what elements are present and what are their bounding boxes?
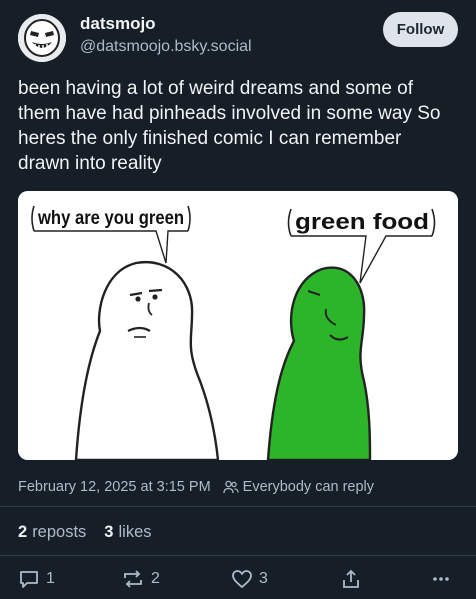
- share-icon: [343, 569, 359, 588]
- likes-label: likes: [118, 523, 152, 541]
- repost-icon: [124, 570, 142, 588]
- repost-count: 2: [151, 570, 160, 587]
- more-icon: [433, 577, 449, 581]
- share-button[interactable]: [340, 568, 362, 590]
- people-icon: [223, 480, 239, 494]
- right-bubble-text: green food: [295, 209, 429, 234]
- reposts-label: reposts: [32, 523, 87, 541]
- divider: [0, 506, 476, 507]
- left-bubble-text: why are you green: [37, 208, 184, 229]
- author-display-name[interactable]: datsmojo: [80, 14, 156, 34]
- post: datsmojo @datsmoojo.bsky.social Follow b…: [0, 0, 476, 599]
- more-options-button[interactable]: [430, 568, 452, 590]
- post-header: datsmojo @datsmoojo.bsky.social Follow: [18, 10, 458, 66]
- post-meta: February 12, 2025 at 3:15 PM Everybody c…: [18, 479, 374, 495]
- post-image[interactable]: why are you green green food: [18, 191, 458, 460]
- reposts-count: 2: [18, 523, 28, 541]
- heart-icon: [232, 570, 252, 588]
- avatar[interactable]: [18, 14, 66, 62]
- post-stats: 2 reposts 3 likes: [18, 523, 170, 542]
- reply-count: 1: [46, 570, 55, 587]
- comic-image: why are you green green food: [18, 191, 458, 460]
- divider: [0, 555, 476, 556]
- likes-count: 3: [104, 523, 114, 541]
- reposts-stat[interactable]: 2 reposts: [18, 523, 86, 542]
- post-timestamp[interactable]: February 12, 2025 at 3:15 PM: [18, 479, 211, 495]
- post-actions: 1 2 3: [18, 568, 458, 594]
- reply-icon: [20, 571, 38, 588]
- reply-button[interactable]: 1: [18, 568, 55, 590]
- repost-button[interactable]: 2: [121, 568, 160, 590]
- like-count: 3: [259, 570, 268, 587]
- post-text: been having a lot of weird dreams and so…: [18, 78, 441, 174]
- reply-setting: Everybody can reply: [242, 479, 375, 495]
- avatar-image: [18, 14, 66, 62]
- author-handle[interactable]: @datsmoojo.bsky.social: [80, 38, 252, 56]
- follow-button[interactable]: Follow: [383, 12, 458, 47]
- likes-stat[interactable]: 3 likes: [104, 523, 151, 542]
- like-button[interactable]: 3: [231, 568, 268, 590]
